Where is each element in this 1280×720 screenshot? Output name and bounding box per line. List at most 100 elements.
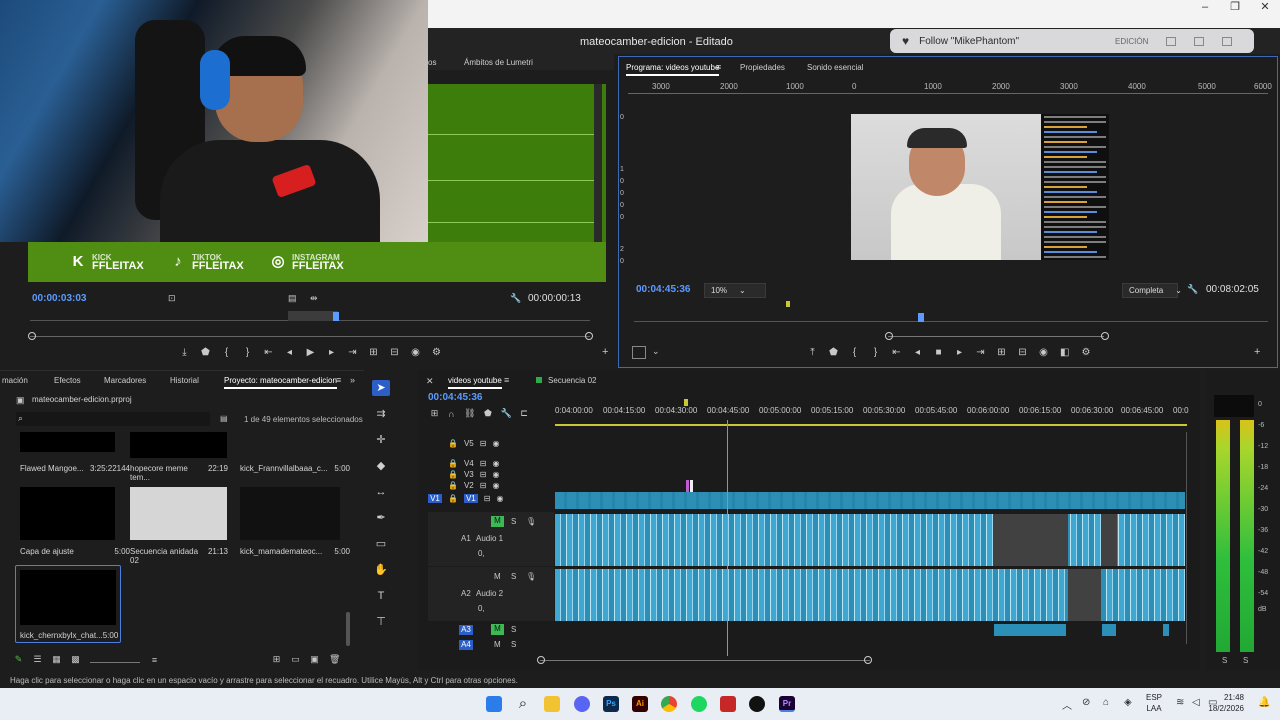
ripple-edit-icon[interactable]: ✛ <box>372 432 390 448</box>
marker-icon[interactable]: ⬟ <box>483 408 492 419</box>
menu-icon[interactable] <box>1222 36 1233 46</box>
zoom-handle-left[interactable] <box>28 332 36 340</box>
level-value[interactable]: 0, <box>478 604 485 613</box>
clip-thumbnail[interactable] <box>130 432 227 458</box>
search-input[interactable] <box>16 412 210 426</box>
marker[interactable] <box>786 301 790 307</box>
workspace-label[interactable]: EDICIÓN <box>1115 37 1148 46</box>
file-explorer-icon[interactable] <box>544 696 560 712</box>
compare-icon[interactable]: ◧ <box>1060 347 1069 358</box>
sync-icon[interactable]: ⊟ <box>480 459 487 468</box>
pen-icon[interactable]: ✒ <box>372 510 390 526</box>
camera-icon[interactable]: ◉ <box>411 347 420 358</box>
timeline-vscroll[interactable] <box>1186 432 1192 644</box>
clock[interactable]: 21:48 18/2/2026 <box>1208 692 1244 714</box>
solo-button[interactable]: S <box>511 640 516 649</box>
tab-source-partial[interactable]: os <box>428 58 436 67</box>
volume-icon[interactable]: ◁ <box>1192 697 1200 708</box>
zoom-handle-right[interactable] <box>1101 332 1109 340</box>
project-item[interactable]: Flawed Mangoe... 3:25:22144 <box>20 464 130 473</box>
discord-icon[interactable] <box>574 696 590 712</box>
insert-clip-icon[interactable]: ⊞ <box>369 347 378 358</box>
mute-button[interactable]: M <box>491 516 504 527</box>
camera-icon[interactable]: ◉ <box>1039 347 1048 358</box>
sync-icon[interactable]: ⊟ <box>484 494 491 503</box>
hand-icon[interactable]: ✋ <box>372 562 390 578</box>
tab-properties[interactable]: Propiedades <box>740 63 785 72</box>
tray-icon[interactable]: ⌂ <box>1103 697 1109 708</box>
chrome-icon[interactable] <box>661 696 677 712</box>
panel-menu-icon[interactable]: ≡ <box>716 62 721 72</box>
program-playhead[interactable] <box>918 313 924 322</box>
automate-icon[interactable]: ⊞ <box>272 654 281 665</box>
clip-v2[interactable] <box>686 480 689 492</box>
freeform-view-icon[interactable]: ▩ <box>71 654 80 665</box>
quality-select[interactable]: Completa ⌄ <box>1122 283 1182 298</box>
tab-lumetri-scopes[interactable]: Ámbitos de Lumetri <box>464 58 533 67</box>
panel-menu-icon[interactable]: ≡ <box>336 375 341 385</box>
mark-in-icon[interactable]: { <box>850 347 859 358</box>
razor-icon[interactable]: ◆ <box>372 458 390 474</box>
wrench-icon[interactable]: 🔧 <box>1187 284 1198 295</box>
project-scrollbar[interactable] <box>346 612 350 646</box>
search-icon[interactable]: ⌕ <box>515 696 531 712</box>
overwrite-icon[interactable]: ⊟ <box>390 347 399 358</box>
type-icon[interactable]: T <box>372 588 390 604</box>
add-button-icon[interactable]: + <box>602 346 608 358</box>
zoom-handle-left[interactable] <box>537 656 545 664</box>
track-header-v4[interactable]: 🔒 V4 ⊟ ◉ <box>428 459 554 468</box>
mark-out-icon[interactable]: } <box>243 347 252 358</box>
project-item[interactable]: Secuencia anidada 02 21:13 <box>130 547 228 565</box>
a3-clip[interactable] <box>994 624 1066 636</box>
source-in-out-range[interactable] <box>288 311 338 321</box>
notification-icon[interactable]: 🔔 <box>1258 697 1270 708</box>
play-icon[interactable]: ▶ <box>306 347 315 358</box>
solo-button[interactable]: S <box>511 625 516 634</box>
go-to-in-icon[interactable]: ⇤ <box>264 347 273 358</box>
track-header-v5[interactable]: 🔒 V5 ⊟ ◉ <box>428 439 554 448</box>
tab-sequence-02[interactable]: Secuencia 02 <box>548 376 596 385</box>
caption-icon[interactable]: ⊤ <box>372 614 390 630</box>
program-timecode[interactable]: 00:04:45:36 <box>636 284 690 295</box>
lock-icon[interactable]: 🔒 <box>448 494 458 503</box>
clip-thumbnail[interactable] <box>20 487 115 540</box>
tray-icon[interactable]: ⊘ <box>1082 697 1090 708</box>
eye-icon[interactable]: ◉ <box>492 439 499 448</box>
source-zoom-bar[interactable] <box>30 336 590 337</box>
eye-icon[interactable]: ◉ <box>492 459 499 468</box>
project-item[interactable]: kick_chernxbylx_chat... 5:00 <box>20 631 118 640</box>
solo-right[interactable]: S <box>1243 656 1248 665</box>
tab-history[interactable]: Historial <box>170 376 199 385</box>
track-header-v3[interactable]: 🔒 V3 ⊟ ◉ <box>428 470 554 479</box>
premiere-icon[interactable]: Pr <box>779 696 795 712</box>
a1-clips[interactable] <box>555 514 1185 566</box>
zoom-select[interactable]: 10% ⌄ <box>704 283 766 298</box>
project-item[interactable]: Capa de ajuste 5:00 <box>20 547 130 556</box>
language-indicator[interactable]: ESP LAA <box>1146 692 1162 714</box>
marker-icon[interactable]: ⬟ <box>201 347 210 358</box>
lift-clip-icon[interactable]: ⊞ <box>997 347 1006 358</box>
new-item-icon[interactable]: ▣ <box>310 654 319 665</box>
maximize-button[interactable]: ❐ <box>1220 0 1250 16</box>
settings-grid-icon[interactable] <box>632 346 646 359</box>
clip-thumbnail[interactable] <box>20 570 116 625</box>
wrench-icon[interactable]: 🔧 <box>500 408 511 419</box>
zoom-handle-left[interactable] <box>885 332 893 340</box>
snap-icon[interactable]: ∩ <box>447 409 456 419</box>
app-icon[interactable] <box>720 696 736 712</box>
mute-button[interactable]: M <box>494 640 501 649</box>
delete-icon[interactable]: 🗑 <box>329 654 340 665</box>
panel-menu-icon[interactable]: ≡ <box>504 375 509 385</box>
chevron-up-icon[interactable]: ︿ <box>1062 697 1072 712</box>
spotify-icon[interactable] <box>691 696 707 712</box>
sync-icon[interactable]: ⊟ <box>480 470 487 479</box>
extract-icon[interactable]: ⊟ <box>1018 347 1027 358</box>
source-playhead[interactable] <box>333 312 339 321</box>
track-header-v2[interactable]: 🔒 V2 ⊟ ◉ <box>428 481 554 490</box>
track-id[interactable]: A3 <box>459 625 473 635</box>
nest-icon[interactable]: ⊞ <box>430 408 439 419</box>
tab-info-partial[interactable]: mación <box>2 376 28 385</box>
sync-icon[interactable]: ⊟ <box>480 439 487 448</box>
mute-button[interactable]: M <box>491 624 504 635</box>
clip-thumbnail[interactable] <box>130 487 227 540</box>
